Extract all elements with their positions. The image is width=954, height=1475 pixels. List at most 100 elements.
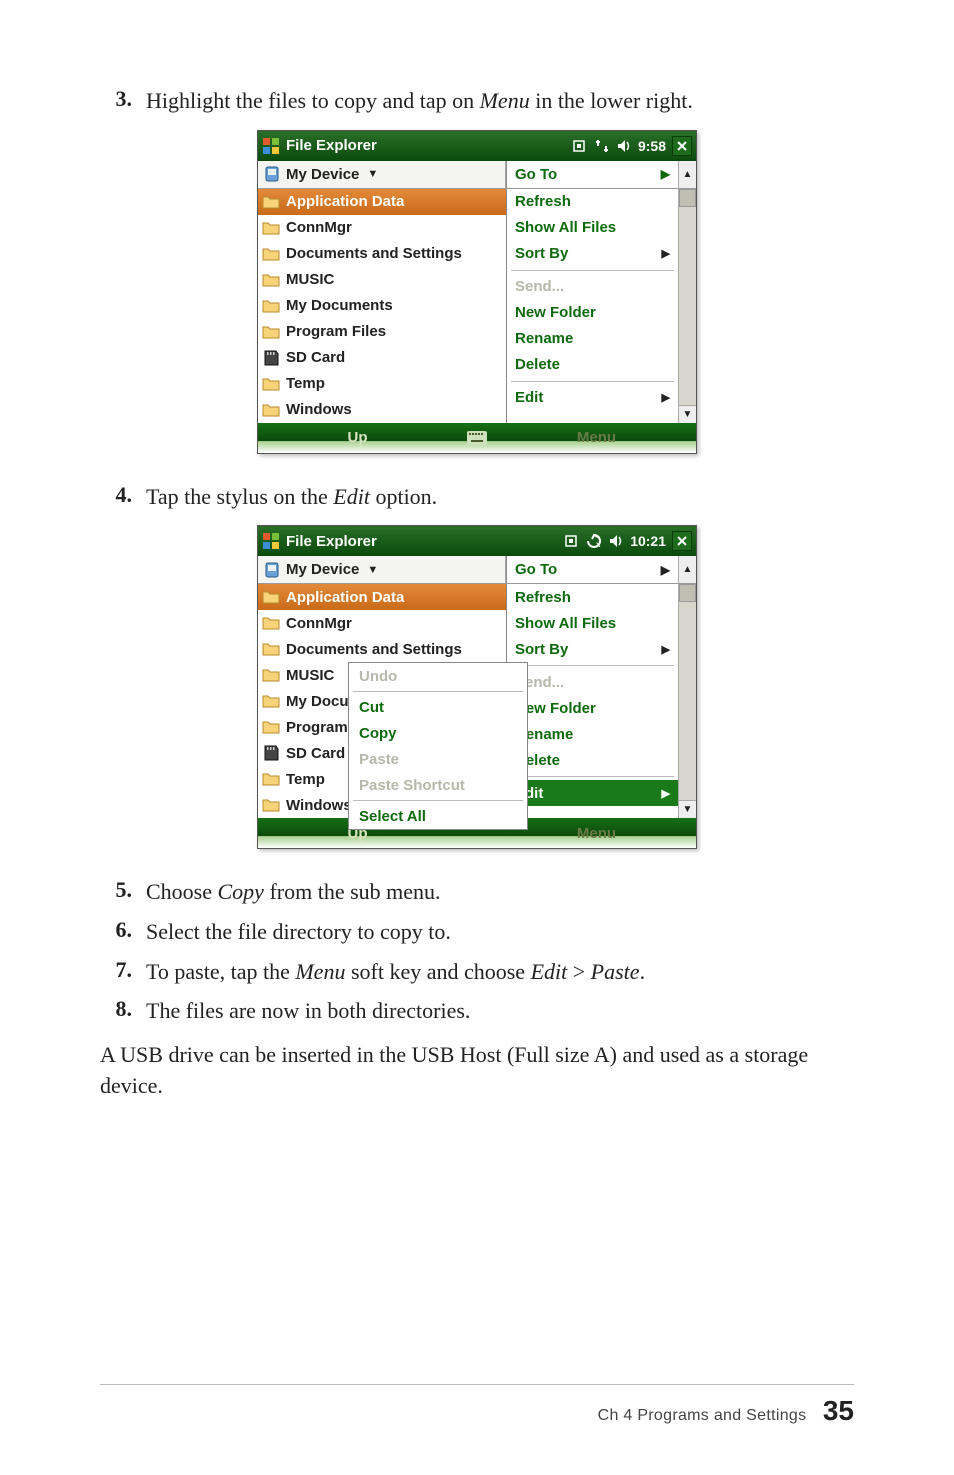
menu-label: Show All Files: [515, 615, 616, 632]
step-number: 8.: [100, 996, 146, 1026]
context-menu: Refresh Show All Files Sort By▶ Send... …: [506, 584, 678, 818]
menu-item-edit[interactable]: Edit▶: [507, 780, 678, 806]
scrollbar[interactable]: ▼: [678, 189, 696, 423]
step-5: 5. Choose Copy from the sub menu.: [100, 877, 854, 907]
context-menu: Refresh Show All Files Sort By▶ Send... …: [506, 189, 678, 423]
softkey-label: Menu: [577, 825, 616, 842]
screenshot-1: File Explorer 9:58 My Device ▼: [100, 130, 854, 454]
sync-icon[interactable]: x: [586, 533, 602, 549]
title-text: File Explorer: [286, 137, 572, 154]
close-button[interactable]: [672, 531, 692, 551]
start-flag-icon[interactable]: [262, 532, 280, 550]
scrollbar[interactable]: ▼: [678, 584, 696, 818]
scroll-up-button[interactable]: ▲: [678, 161, 696, 188]
sip-button[interactable]: [457, 423, 497, 453]
location-dropdown[interactable]: My Device ▼: [258, 556, 506, 583]
menu-item-delete[interactable]: Delete: [507, 747, 678, 773]
menu-item-sortby[interactable]: Sort By▶: [507, 241, 678, 267]
submenu-item-copy[interactable]: Copy: [349, 720, 527, 746]
menu-item-showall[interactable]: Show All Files: [507, 215, 678, 241]
volume-icon[interactable]: [608, 533, 624, 549]
file-item[interactable]: Program Files: [258, 319, 506, 345]
folder-icon: [262, 615, 280, 631]
text: Choose: [146, 879, 218, 904]
scroll-down-button[interactable]: ▼: [679, 800, 696, 818]
title-bar: File Explorer 9:58: [258, 131, 696, 161]
file-item[interactable]: Temp: [258, 371, 506, 397]
menu-item-refresh[interactable]: Refresh: [507, 584, 678, 610]
system-tray: 9:58: [572, 138, 666, 154]
submenu-item-undo: Undo: [349, 663, 527, 689]
submenu-label: Paste Shortcut: [359, 777, 465, 794]
menu-item-send: Send...: [507, 669, 678, 695]
file-item[interactable]: Documents and Settings: [258, 636, 506, 662]
menu-separator: [511, 270, 674, 271]
clock[interactable]: 9:58: [638, 138, 666, 154]
text-em: Paste: [591, 959, 640, 984]
folder-icon: [262, 220, 280, 236]
clock[interactable]: 10:21: [630, 533, 666, 549]
menu-item-refresh[interactable]: Refresh: [507, 189, 678, 215]
file-item[interactable]: ConnMgr: [258, 610, 506, 636]
scroll-thumb[interactable]: [679, 189, 696, 207]
menu-item-edit[interactable]: Edit▶: [507, 385, 678, 411]
submenu-item-cut[interactable]: Cut: [349, 694, 527, 720]
scroll-up-button[interactable]: ▲: [678, 556, 696, 583]
menu-item-sortby[interactable]: Sort By▶: [507, 636, 678, 662]
footer-chapter: Ch 4 Programs and Settings: [598, 1407, 807, 1424]
file-item[interactable]: Windows: [258, 397, 506, 423]
menu-item-showall[interactable]: Show All Files: [507, 610, 678, 636]
file-item-selected[interactable]: Application Data: [258, 189, 506, 215]
file-label: Windows: [286, 797, 352, 814]
scroll-thumb[interactable]: [679, 584, 696, 602]
scroll-down-button[interactable]: ▼: [679, 405, 696, 423]
scroll-track[interactable]: [679, 207, 696, 405]
file-item[interactable]: My Documents: [258, 293, 506, 319]
file-item[interactable]: MUSIC: [258, 267, 506, 293]
softkey-menu[interactable]: Menu: [497, 423, 696, 453]
step-8: 8. The files are now in both directories…: [100, 996, 854, 1026]
menu-label: New Folder: [515, 304, 596, 321]
keyboard-icon: [467, 431, 487, 445]
file-label: ConnMgr: [286, 615, 352, 632]
location-dropdown[interactable]: My Device ▼: [258, 161, 506, 188]
device-screen: File Explorer 9:58 My Device ▼: [257, 130, 697, 454]
menu-item-send: Send...: [507, 274, 678, 300]
menu-item-newfolder[interactable]: New Folder: [507, 695, 678, 721]
file-item-selected[interactable]: Application Data: [258, 584, 506, 610]
network-icon[interactable]: [594, 138, 610, 154]
menu-label: Sort By: [515, 641, 568, 658]
menu-item-goto[interactable]: Go To ▶: [506, 161, 678, 188]
menu-item-goto[interactable]: Go To ▶: [506, 556, 678, 583]
softkey-up[interactable]: Up: [258, 423, 457, 453]
menu-label: Show All Files: [515, 219, 616, 236]
file-item[interactable]: SD Card: [258, 345, 506, 371]
menu-item-rename[interactable]: Rename: [507, 326, 678, 352]
step-text: To paste, tap the Menu soft key and choo…: [146, 957, 854, 987]
start-flag-icon[interactable]: [262, 137, 280, 155]
volume-icon[interactable]: [616, 138, 632, 154]
connectivity-icon[interactable]: [572, 138, 588, 154]
text-em: Menu: [295, 959, 345, 984]
file-item[interactable]: Documents and Settings: [258, 241, 506, 267]
menu-item-rename[interactable]: Rename: [507, 721, 678, 747]
menu-separator: [511, 381, 674, 382]
text: soft key and choose: [345, 959, 530, 984]
step-number: 3.: [100, 86, 146, 116]
submenu-item-selectall[interactable]: Select All: [349, 803, 527, 829]
connectivity-icon[interactable]: [564, 533, 580, 549]
device-screen: File Explorer x 10:21 My Device ▼: [257, 525, 697, 849]
toolbar-row: My Device ▼ Go To ▶ ▲: [258, 556, 696, 584]
menu-item-delete[interactable]: Delete: [507, 352, 678, 378]
step-7: 7. To paste, tap the Menu soft key and c…: [100, 957, 854, 987]
menu-separator: [353, 691, 523, 692]
submenu-label: Copy: [359, 725, 397, 742]
folder-icon: [262, 589, 280, 605]
file-label: Windows: [286, 401, 352, 418]
menu-item-newfolder[interactable]: New Folder: [507, 300, 678, 326]
close-button[interactable]: [672, 136, 692, 156]
folder-icon: [262, 667, 280, 683]
file-item[interactable]: ConnMgr: [258, 215, 506, 241]
location-label: My Device: [286, 166, 359, 183]
scroll-track[interactable]: [679, 602, 696, 800]
